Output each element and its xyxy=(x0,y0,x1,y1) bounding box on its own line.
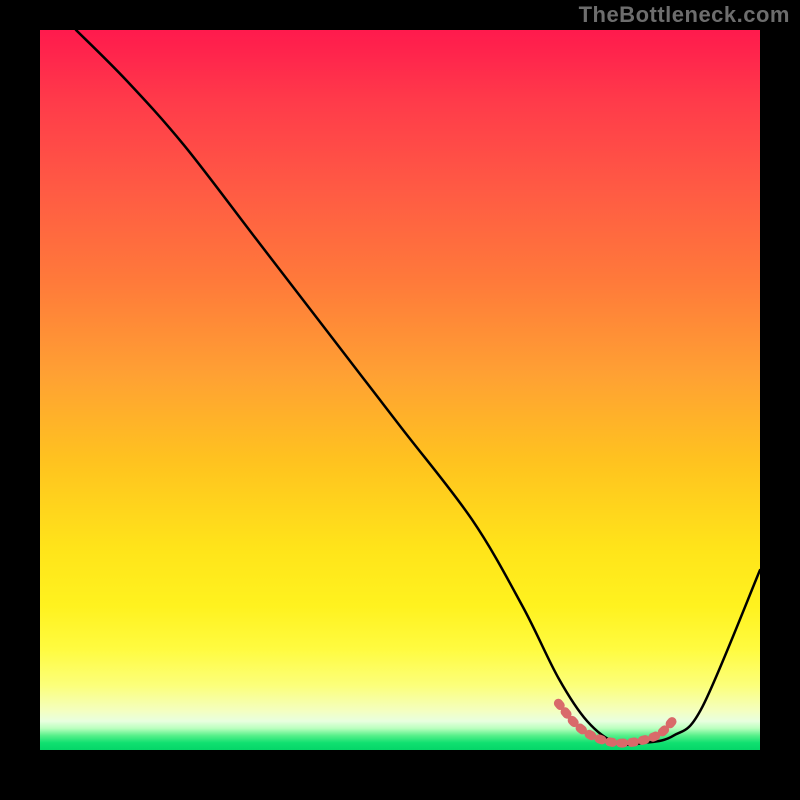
bottleneck-curve-path xyxy=(76,30,760,745)
chart-plot-area xyxy=(40,30,760,750)
chart-svg xyxy=(40,30,760,750)
optimal-range-highlight-path xyxy=(558,703,673,743)
watermark-text: TheBottleneck.com xyxy=(579,2,790,28)
